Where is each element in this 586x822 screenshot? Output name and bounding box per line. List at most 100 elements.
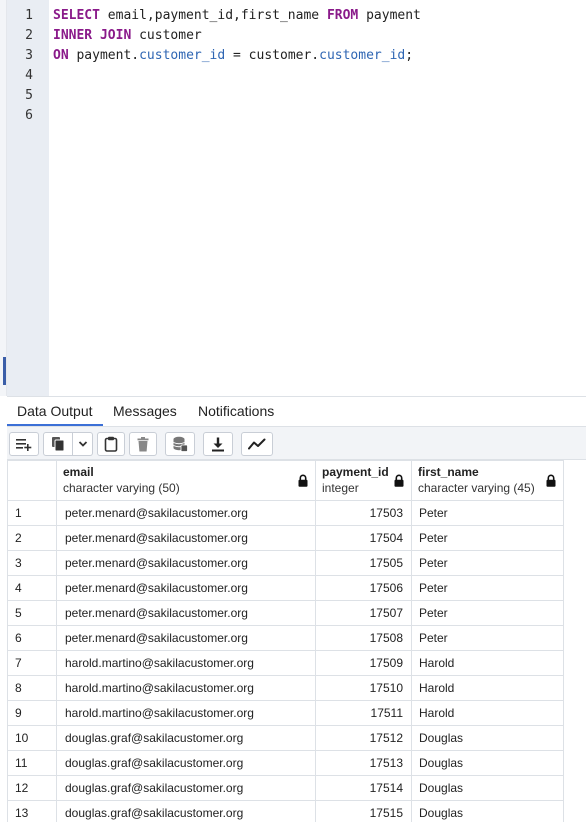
line-number: 1 xyxy=(25,8,33,23)
table-row[interactable]: 9 harold.martino@sakilacustomer.org 17511 H… xyxy=(7,700,564,726)
row-number[interactable]: 12 xyxy=(7,775,57,801)
cell-email[interactable]: harold.martino@sakilacustomer.org xyxy=(56,675,316,701)
data-output-toolbar xyxy=(7,426,586,460)
cell-first-name[interactable]: Douglas xyxy=(411,775,564,801)
chevron-down-icon xyxy=(78,440,88,448)
row-number[interactable]: 3 xyxy=(7,550,57,576)
row-number[interactable]: 5 xyxy=(7,600,57,626)
cell-payment-id[interactable]: 17515 xyxy=(315,800,412,822)
cell-email[interactable]: peter.menard@sakilacustomer.org xyxy=(56,625,316,651)
delete-icon xyxy=(137,436,149,452)
cell-payment-id[interactable]: 17509 xyxy=(315,650,412,676)
cell-email[interactable]: harold.martino@sakilacustomer.org xyxy=(56,700,316,726)
code-property: customer_id xyxy=(319,48,406,63)
line-number: 4 xyxy=(25,68,33,83)
sql-keyword: SELECT xyxy=(53,8,100,23)
table-row[interactable]: 12 douglas.graf@sakilacustomer.org 17514 Do… xyxy=(7,775,564,801)
cell-first-name[interactable]: Harold xyxy=(411,650,564,676)
row-number[interactable]: 8 xyxy=(7,675,57,701)
cell-payment-id[interactable]: 17503 xyxy=(315,500,412,526)
paste-button[interactable] xyxy=(97,432,125,456)
tab-data-output[interactable]: Data Output xyxy=(7,397,103,426)
cell-email[interactable]: douglas.graf@sakilacustomer.org xyxy=(56,725,316,751)
cell-first-name[interactable]: Peter xyxy=(411,500,564,526)
table-row[interactable]: 5 peter.menard@sakilacustomer.org 17507 Pet… xyxy=(7,600,564,626)
column-header-first-name[interactable]: first_name character varying (45) xyxy=(411,460,564,501)
cell-first-name[interactable]: Peter xyxy=(411,550,564,576)
table-row[interactable]: 11 douglas.graf@sakilacustomer.org 17513 Do… xyxy=(7,750,564,776)
cell-first-name[interactable]: Peter xyxy=(411,575,564,601)
table-row[interactable]: 2 peter.menard@sakilacustomer.org 17504 Pet… xyxy=(7,525,564,551)
cell-email[interactable]: douglas.graf@sakilacustomer.org xyxy=(56,800,316,822)
code-text: payment. xyxy=(68,48,140,63)
table-row[interactable]: 3 peter.menard@sakilacustomer.org 17505 Pet… xyxy=(7,550,564,576)
cell-payment-id[interactable]: 17506 xyxy=(315,575,412,601)
copy-options-dropdown[interactable] xyxy=(73,432,93,456)
cell-email[interactable]: douglas.graf@sakilacustomer.org xyxy=(56,750,316,776)
sql-keyword: INNER JOIN xyxy=(53,28,132,43)
tab-notifications[interactable]: Notifications xyxy=(188,397,284,426)
lock-icon xyxy=(394,474,404,490)
code-line-3[interactable]: ON payment.customer_id = customer.custom… xyxy=(53,46,413,66)
lock-icon xyxy=(546,474,556,490)
cell-email[interactable]: peter.menard@sakilacustomer.org xyxy=(56,600,316,626)
table-row[interactable]: 6 peter.menard@sakilacustomer.org 17508 Pet… xyxy=(7,625,564,651)
table-row[interactable]: 4 peter.menard@sakilacustomer.org 17506 Pet… xyxy=(7,575,564,601)
add-row-button[interactable] xyxy=(9,432,39,456)
row-number[interactable]: 9 xyxy=(7,700,57,726)
row-number[interactable]: 11 xyxy=(7,750,57,776)
table-row[interactable]: 13 douglas.graf@sakilacustomer.org 17515 Do… xyxy=(7,800,564,822)
cell-email[interactable]: peter.menard@sakilacustomer.org xyxy=(56,575,316,601)
copy-button[interactable] xyxy=(43,432,73,456)
cell-payment-id[interactable]: 17505 xyxy=(315,550,412,576)
cell-payment-id[interactable]: 17513 xyxy=(315,750,412,776)
row-number[interactable]: 4 xyxy=(7,575,57,601)
line-number: 5 xyxy=(25,88,33,103)
row-number[interactable]: 1 xyxy=(7,500,57,526)
row-number[interactable]: 7 xyxy=(7,650,57,676)
table-row[interactable]: 7 harold.martino@sakilacustomer.org 17509 H… xyxy=(7,650,564,676)
column-header-payment-id[interactable]: payment_id integer xyxy=(315,460,412,501)
cell-email[interactable]: peter.menard@sakilacustomer.org xyxy=(56,500,316,526)
graph-visualiser-button[interactable] xyxy=(241,432,273,456)
cell-payment-id[interactable]: 17514 xyxy=(315,775,412,801)
save-data-button[interactable] xyxy=(165,432,195,456)
cell-email[interactable]: douglas.graf@sakilacustomer.org xyxy=(56,775,316,801)
cell-payment-id[interactable]: 17510 xyxy=(315,675,412,701)
cell-email[interactable]: peter.menard@sakilacustomer.org xyxy=(56,525,316,551)
cell-payment-id[interactable]: 17511 xyxy=(315,700,412,726)
column-type: integer xyxy=(322,481,359,495)
cell-first-name[interactable]: Peter xyxy=(411,525,564,551)
sql-editor[interactable]: 1 2 3 4 5 6 SELECT email,payment_id,firs… xyxy=(0,0,586,396)
row-number[interactable]: 10 xyxy=(7,725,57,751)
cell-first-name[interactable]: Peter xyxy=(411,600,564,626)
table-row[interactable]: 10 douglas.graf@sakilacustomer.org 17512 Do… xyxy=(7,725,564,751)
tab-messages[interactable]: Messages xyxy=(103,397,187,426)
row-number[interactable]: 13 xyxy=(7,800,57,822)
cell-first-name[interactable]: Peter xyxy=(411,625,564,651)
cell-payment-id[interactable]: 17508 xyxy=(315,625,412,651)
cell-email[interactable]: peter.menard@sakilacustomer.org xyxy=(56,550,316,576)
cell-first-name[interactable]: Douglas xyxy=(411,800,564,822)
cell-first-name[interactable]: Harold xyxy=(411,675,564,701)
download-button[interactable] xyxy=(203,432,233,456)
row-number-header[interactable] xyxy=(7,460,57,501)
code-line-2[interactable]: INNER JOIN customer xyxy=(53,26,202,46)
delete-button[interactable] xyxy=(129,432,157,456)
panel-resize-handle[interactable] xyxy=(3,357,6,385)
column-header-email[interactable]: email character varying (50) xyxy=(56,460,316,501)
cell-payment-id[interactable]: 17512 xyxy=(315,725,412,751)
cell-email[interactable]: harold.martino@sakilacustomer.org xyxy=(56,650,316,676)
table-row[interactable]: 1 peter.menard@sakilacustomer.org 17503 Pet… xyxy=(7,500,564,526)
table-row[interactable]: 8 harold.martino@sakilacustomer.org 17510 H… xyxy=(7,675,564,701)
cell-payment-id[interactable]: 17504 xyxy=(315,525,412,551)
cell-payment-id[interactable]: 17507 xyxy=(315,600,412,626)
cell-first-name[interactable]: Harold xyxy=(411,700,564,726)
row-number[interactable]: 2 xyxy=(7,525,57,551)
cell-first-name[interactable]: Douglas xyxy=(411,725,564,751)
code-line-1[interactable]: SELECT email,payment_id,first_name FROM … xyxy=(53,6,421,26)
line-number: 6 xyxy=(25,108,33,123)
row-number[interactable]: 6 xyxy=(7,625,57,651)
column-type: character varying (50) xyxy=(63,481,180,495)
cell-first-name[interactable]: Douglas xyxy=(411,750,564,776)
